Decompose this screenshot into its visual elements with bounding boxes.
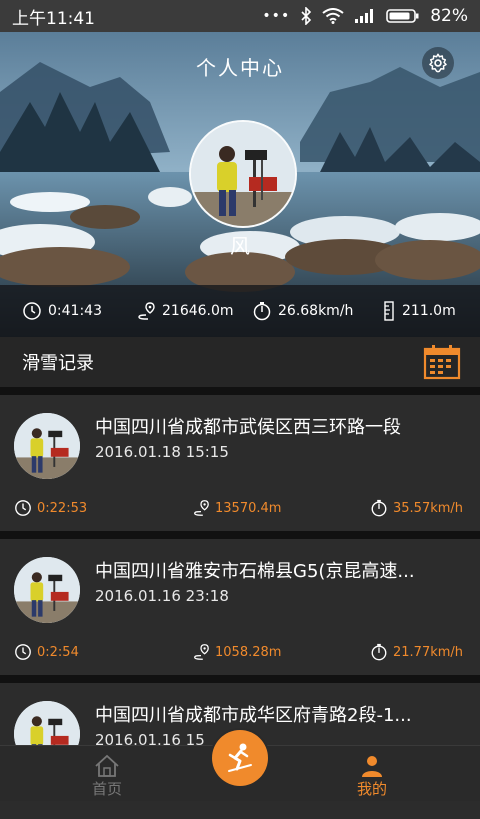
record-datetime: 2016.01.16 23:18 [95, 587, 229, 605]
speed-icon [371, 499, 387, 517]
settings-button[interactable] [422, 47, 454, 79]
record-duration-value: 0:22:53 [37, 500, 88, 516]
home-icon [95, 754, 119, 777]
record-duration-value: 0:2:54 [37, 644, 79, 660]
ski-records-header: 滑雪记录 [0, 337, 480, 387]
page-title: 个人中心 [196, 56, 284, 80]
stat-speed-value: 26.68km/h [278, 303, 354, 319]
status-time: 上午11:41 [12, 8, 95, 29]
start-skiing-button[interactable] [212, 730, 268, 786]
record-speed-value: 35.57km/h [393, 500, 464, 516]
stat-altitude-value: 211.0m [402, 303, 456, 319]
record-location: 中国四川省雅安市石棉县G5(京昆高速... [95, 561, 415, 582]
clock-icon [23, 302, 41, 320]
divider [0, 387, 480, 395]
section-title: 滑雪记录 [22, 353, 94, 374]
record-speed: 21.77km/h [370, 643, 463, 661]
divider [0, 531, 480, 539]
record-duration: 0:22:53 [14, 499, 87, 517]
clock-icon [15, 644, 31, 660]
skier-icon [228, 743, 252, 772]
clock-icon [15, 500, 31, 516]
stat-altitude: 211.0m [382, 301, 456, 321]
dots-icon: ••• [262, 8, 291, 24]
user-icon [362, 756, 382, 777]
username: 风 [230, 234, 250, 258]
summary-stats: 0:41:43 21646.0m 26.68km/h 211.0m [0, 285, 480, 337]
nav-mine[interactable]: 我的 [340, 746, 404, 801]
signal-icon [355, 9, 374, 23]
stat-duration: 0:41:43 [22, 301, 102, 321]
avatar[interactable] [189, 120, 297, 228]
record-speed-value: 21.77km/h [393, 644, 464, 660]
record-stats: 0:2:54 1058.28m 21.77km/h [0, 643, 480, 667]
battery-percent: 82% [430, 6, 468, 26]
calendar-button[interactable] [422, 343, 462, 381]
stat-duration-value: 0:41:43 [48, 303, 102, 319]
route-icon [194, 644, 209, 660]
divider [0, 675, 480, 683]
record-avatar [14, 557, 80, 623]
status-bar: 上午11:41 ••• 82% [0, 0, 480, 32]
nav-mine-label: 我的 [356, 780, 387, 798]
avatar-photo [191, 122, 295, 226]
route-icon [194, 500, 209, 516]
record-distance: 1058.28m [192, 643, 281, 661]
bluetooth-icon [301, 7, 312, 25]
stat-distance: 21646.0m [136, 301, 234, 321]
record-distance: 13570.4m [192, 499, 281, 517]
record-location: 中国四川省成都市成华区府青路2段-1... [95, 705, 412, 726]
record-location: 中国四川省成都市武侯区西三环路一段 [95, 417, 401, 438]
calendar-icon [423, 345, 461, 380]
speed-icon [253, 302, 271, 321]
nav-home-label: 首页 [91, 780, 122, 798]
record-datetime: 2016.01.18 15:15 [95, 443, 229, 461]
avatar-photo [14, 557, 80, 623]
avatar-photo [14, 413, 80, 479]
wifi-icon [322, 8, 344, 24]
record-speed: 35.57km/h [370, 499, 463, 517]
record-item[interactable]: 中国四川省成都市武侯区西三环路一段 2016.01.18 15:15 0:22:… [0, 395, 480, 531]
record-distance-value: 1058.28m [215, 644, 282, 660]
status-icons: ••• 82% [262, 6, 468, 26]
altitude-icon [384, 301, 394, 321]
gear-icon [429, 53, 447, 73]
record-duration: 0:2:54 [14, 643, 79, 661]
speed-icon [371, 643, 387, 661]
nav-home[interactable]: 首页 [75, 746, 139, 801]
stat-speed: 26.68km/h [252, 301, 353, 321]
record-avatar [14, 413, 80, 479]
route-icon [138, 302, 155, 320]
record-item[interactable]: 中国四川省雅安市石棉县G5(京昆高速... 2016.01.16 23:18 0… [0, 539, 480, 675]
battery-icon [386, 9, 419, 23]
record-distance-value: 13570.4m [215, 500, 282, 516]
profile-header: 个人中心 风 0:41:43 21646.0m 26.68km/h 211.0m [0, 32, 480, 337]
record-stats: 0:22:53 13570.4m 35.57km/h [0, 499, 480, 523]
stat-distance-value: 21646.0m [162, 303, 234, 319]
